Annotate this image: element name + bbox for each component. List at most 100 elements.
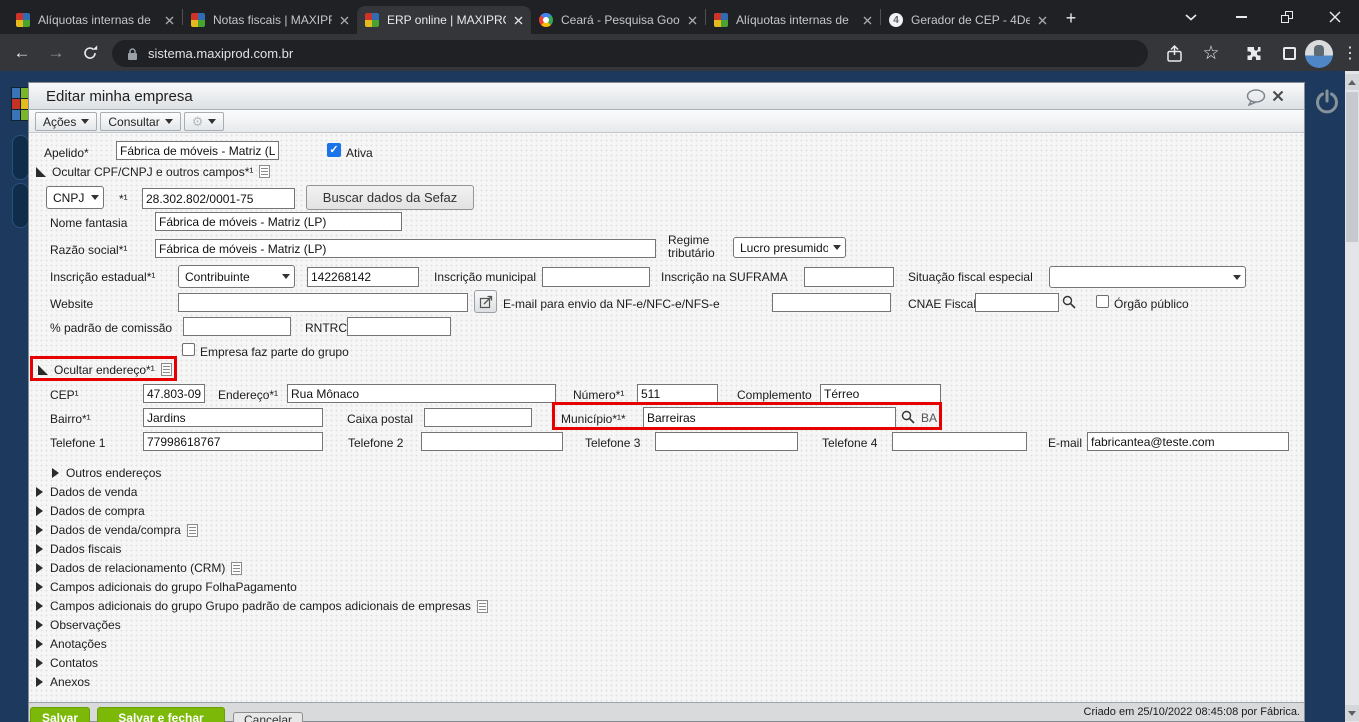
apelido-input[interactable]: [116, 141, 279, 160]
caixa-postal-input[interactable]: [424, 408, 532, 427]
telefone1-input[interactable]: [143, 432, 323, 451]
cnae-search-icon[interactable]: [1062, 295, 1076, 314]
tab-aliquotas-1[interactable]: Alíquotas internas de: [8, 6, 182, 34]
dialog-close-icon[interactable]: [1272, 89, 1284, 107]
section-dados-venda[interactable]: Dados de venda: [36, 485, 137, 499]
scrollbar-up-arrow[interactable]: [1345, 74, 1359, 90]
suframa-input[interactable]: [804, 267, 894, 287]
cep-input[interactable]: [143, 384, 205, 403]
cnae-input[interactable]: [975, 293, 1059, 312]
restore-button[interactable]: [1264, 0, 1310, 34]
complemento-input[interactable]: [820, 384, 941, 403]
telefone3-input[interactable]: [655, 432, 798, 451]
ativa-checkbox[interactable]: ✓: [327, 143, 341, 157]
tab-aliquotas-2[interactable]: Alíquotas internas de: [706, 6, 880, 34]
settings-gear-button[interactable]: ⚙: [183, 112, 225, 131]
section-anotacoes[interactable]: Anotações: [36, 637, 107, 651]
form-list-icon[interactable]: [476, 599, 488, 613]
regime-tributario-select[interactable]: Lucro presumido: [733, 237, 846, 258]
tab-close-icon[interactable]: [165, 16, 174, 25]
tab-close-icon[interactable]: [340, 16, 349, 25]
endereco-input[interactable]: [287, 384, 556, 403]
tab-close-icon[interactable]: [1038, 16, 1047, 25]
form-list-icon[interactable]: [186, 523, 198, 537]
forward-button[interactable]: →: [42, 39, 70, 67]
orgao-publico-checkbox[interactable]: [1096, 295, 1109, 308]
tab-close-icon[interactable]: [688, 16, 697, 25]
back-button[interactable]: ←: [8, 39, 36, 67]
salvar-button[interactable]: Salvar: [30, 707, 90, 722]
telefone4-input[interactable]: [892, 432, 1027, 451]
tab-erp-online-active[interactable]: ERP online | MAXIPRO: [357, 6, 531, 34]
section-observacoes[interactable]: Observações: [36, 618, 121, 632]
collapsed-arrow-icon: [36, 658, 43, 668]
side-panel-icon[interactable]: [1277, 41, 1301, 65]
cancelar-button[interactable]: Cancelar: [233, 712, 303, 722]
comissao-input[interactable]: [183, 317, 291, 336]
form-list-icon[interactable]: [231, 561, 243, 575]
grupo-checkbox[interactable]: [182, 343, 195, 356]
tab-gerador-cep[interactable]: 4 Gerador de CEP - 4De: [881, 6, 1055, 34]
rntrc-input[interactable]: [347, 317, 451, 336]
complemento-label: Complemento: [737, 388, 812, 402]
section-crm[interactable]: Dados de relacionamento (CRM): [36, 561, 243, 575]
logout-power-icon[interactable]: [1312, 88, 1342, 123]
buscar-sefaz-button[interactable]: Buscar dados da Sefaz: [306, 185, 474, 210]
maxiprod-favicon: [191, 13, 205, 27]
collapsed-arrow-icon: [36, 487, 43, 497]
address-bar[interactable]: sistema.maxiprod.com.br: [112, 40, 1148, 67]
salvar-e-fechar-button[interactable]: Salvar e fechar: [97, 707, 225, 722]
tab-ceara-pesquisa[interactable]: Ceará - Pesquisa Goo: [531, 6, 705, 34]
menu-dots-icon[interactable]: ⋮: [1338, 41, 1359, 65]
situacao-fiscal-select[interactable]: [1049, 266, 1246, 288]
profile-avatar[interactable]: [1305, 40, 1333, 68]
extensions-puzzle-icon[interactable]: [1242, 41, 1266, 65]
minimize-button[interactable]: [1218, 0, 1264, 34]
email-nfe-input[interactable]: [772, 293, 891, 312]
nome-fantasia-input[interactable]: [155, 212, 402, 231]
razao-social-input[interactable]: [155, 239, 656, 258]
tab-close-icon[interactable]: [514, 16, 523, 25]
section-toggle-endereco[interactable]: Ocultar endereço*¹: [38, 362, 172, 377]
collapsed-arrow-icon: [36, 525, 43, 535]
reload-button[interactable]: [76, 39, 104, 67]
telefone2-input[interactable]: [421, 432, 563, 451]
close-window-button[interactable]: [1310, 0, 1359, 34]
doc-type-select[interactable]: CNPJ: [46, 186, 104, 209]
form-list-icon[interactable]: [160, 363, 172, 376]
inscricao-estadual-input[interactable]: [307, 267, 419, 287]
section-dados-fiscais[interactable]: Dados fiscais: [36, 542, 121, 556]
inscricao-estadual-label: Inscrição estadual*¹: [50, 270, 156, 284]
form-list-icon[interactable]: [259, 165, 271, 178]
acoes-menu-button[interactable]: Ações: [35, 112, 98, 131]
scrollbar-thumb[interactable]: [1346, 92, 1358, 242]
municipio-search-icon[interactable]: [901, 410, 915, 429]
section-campos-adicionais-empresas[interactable]: Campos adicionais do grupo Grupo padrão …: [36, 599, 488, 613]
section-anexos[interactable]: Anexos: [36, 675, 90, 689]
tab-close-icon[interactable]: [863, 16, 872, 25]
consultar-menu-button[interactable]: Consultar: [100, 112, 181, 131]
inscricao-estadual-tipo-select[interactable]: Contribuinte: [178, 265, 295, 288]
telefone4-label: Telefone 4: [822, 436, 878, 450]
numero-input[interactable]: [637, 384, 718, 403]
cnpj-input[interactable]: [142, 188, 295, 209]
bairro-input[interactable]: [143, 408, 323, 427]
section-toggle-cpf-cnpj[interactable]: Ocultar CPF/CNPJ e outros campos*¹: [36, 164, 271, 179]
tab-notas-fiscais[interactable]: Notas fiscais | MAXIPR: [183, 6, 357, 34]
tab-search-chevron-icon[interactable]: [1168, 0, 1214, 34]
section-campos-folhapagamento[interactable]: Campos adicionais do grupo FolhaPagament…: [36, 580, 297, 594]
new-tab-button[interactable]: +: [1058, 6, 1084, 32]
scrollbar-down-arrow[interactable]: [1345, 705, 1359, 721]
email-input[interactable]: [1087, 432, 1289, 451]
chat-bubble-icon[interactable]: [1246, 89, 1267, 111]
share-icon[interactable]: [1162, 41, 1186, 65]
open-link-button[interactable]: [474, 290, 497, 313]
section-dados-venda-compra[interactable]: Dados de venda/compra: [36, 523, 198, 537]
section-outros-enderecos[interactable]: Outros endereços: [52, 466, 161, 480]
website-input[interactable]: [178, 293, 468, 312]
inscricao-municipal-input[interactable]: [542, 267, 650, 287]
municipio-input[interactable]: [643, 407, 896, 428]
bookmark-star-icon[interactable]: ☆: [1199, 41, 1223, 65]
section-dados-compra[interactable]: Dados de compra: [36, 504, 145, 518]
section-contatos[interactable]: Contatos: [36, 656, 98, 670]
